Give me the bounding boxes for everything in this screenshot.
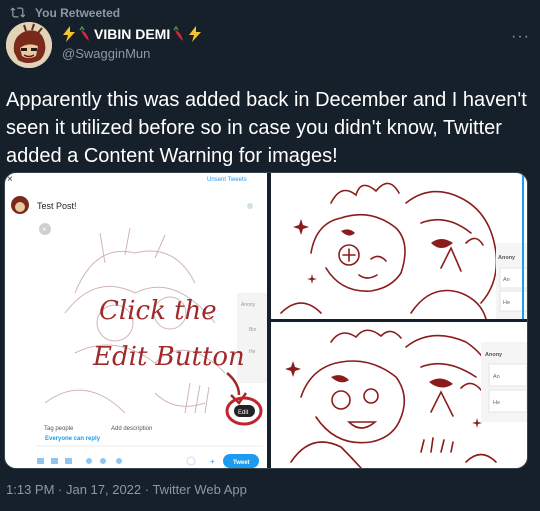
media-image-sketch-2[interactable]: Anony An He: [271, 322, 527, 468]
card-title-1: Anony: [498, 255, 516, 261]
media-image-compose-screenshot[interactable]: × Unsent Tweets Test Post! × Anony Bio H…: [5, 173, 267, 468]
svg-text:×: ×: [42, 225, 47, 234]
chili-pepper-emoji-icon-2: [173, 26, 184, 41]
lightning-emoji-icon: [63, 26, 75, 42]
unsent-tweets-link: Unsent Tweets: [207, 177, 247, 183]
sketch-illustration-2: Anony An He: [271, 322, 527, 468]
tag-people-label: Tag people: [44, 426, 74, 432]
author-name: VIBIN DEMI: [94, 26, 171, 42]
card-line-1a: An: [503, 277, 510, 283]
edit-button-label: Edit: [238, 410, 249, 416]
close-x: ×: [7, 174, 13, 185]
add-tweet-plus: +: [210, 457, 215, 466]
tweet-timestamp[interactable]: 1:13 PM · Jan 17, 2022 · Twitter Web App: [6, 482, 247, 497]
author-handle[interactable]: @SwagginMun: [62, 46, 150, 61]
compose-post-text: Test Post!: [37, 201, 77, 211]
annotation-line-1: Click the: [99, 296, 217, 326]
more-options-button[interactable]: ···: [511, 28, 530, 46]
add-description-label: Add description: [111, 426, 152, 432]
retweet-icon: [10, 7, 25, 18]
compose-screenshot-illustration: × Unsent Tweets Test Post! × Anony Bio H…: [5, 173, 267, 468]
reply-setting: Everyone can reply: [45, 436, 101, 442]
media-image-sketch-1[interactable]: Anony An He: [271, 173, 527, 319]
card-title-2: Anony: [485, 352, 503, 358]
avatar[interactable]: [6, 22, 52, 68]
tweet-text: Apparently this was added back in Decemb…: [6, 89, 527, 167]
side-label-3: He: [249, 349, 256, 355]
author-name-row[interactable]: VIBIN DEMI: [62, 26, 202, 42]
media-grid[interactable]: × Unsent Tweets Test Post! × Anony Bio H…: [4, 172, 528, 469]
chili-pepper-emoji-icon: [79, 26, 89, 41]
annotation-line-2: Edit Button: [92, 342, 245, 372]
retweet-indicator: You Retweeted: [10, 5, 120, 20]
card-line-2b: He: [493, 400, 500, 406]
sketch-illustration-1: Anony An He: [271, 173, 527, 319]
retweet-label: You Retweeted: [35, 5, 121, 20]
compose-tweet-button-label: Tweet: [233, 460, 250, 466]
avatar-image: [6, 22, 52, 68]
side-label-1: Anony: [241, 302, 256, 308]
card-line-1b: He: [503, 300, 510, 306]
side-label-2: Bio: [249, 327, 256, 333]
card-line-2a: An: [493, 374, 500, 380]
lightning-emoji-icon-2: [189, 26, 202, 42]
